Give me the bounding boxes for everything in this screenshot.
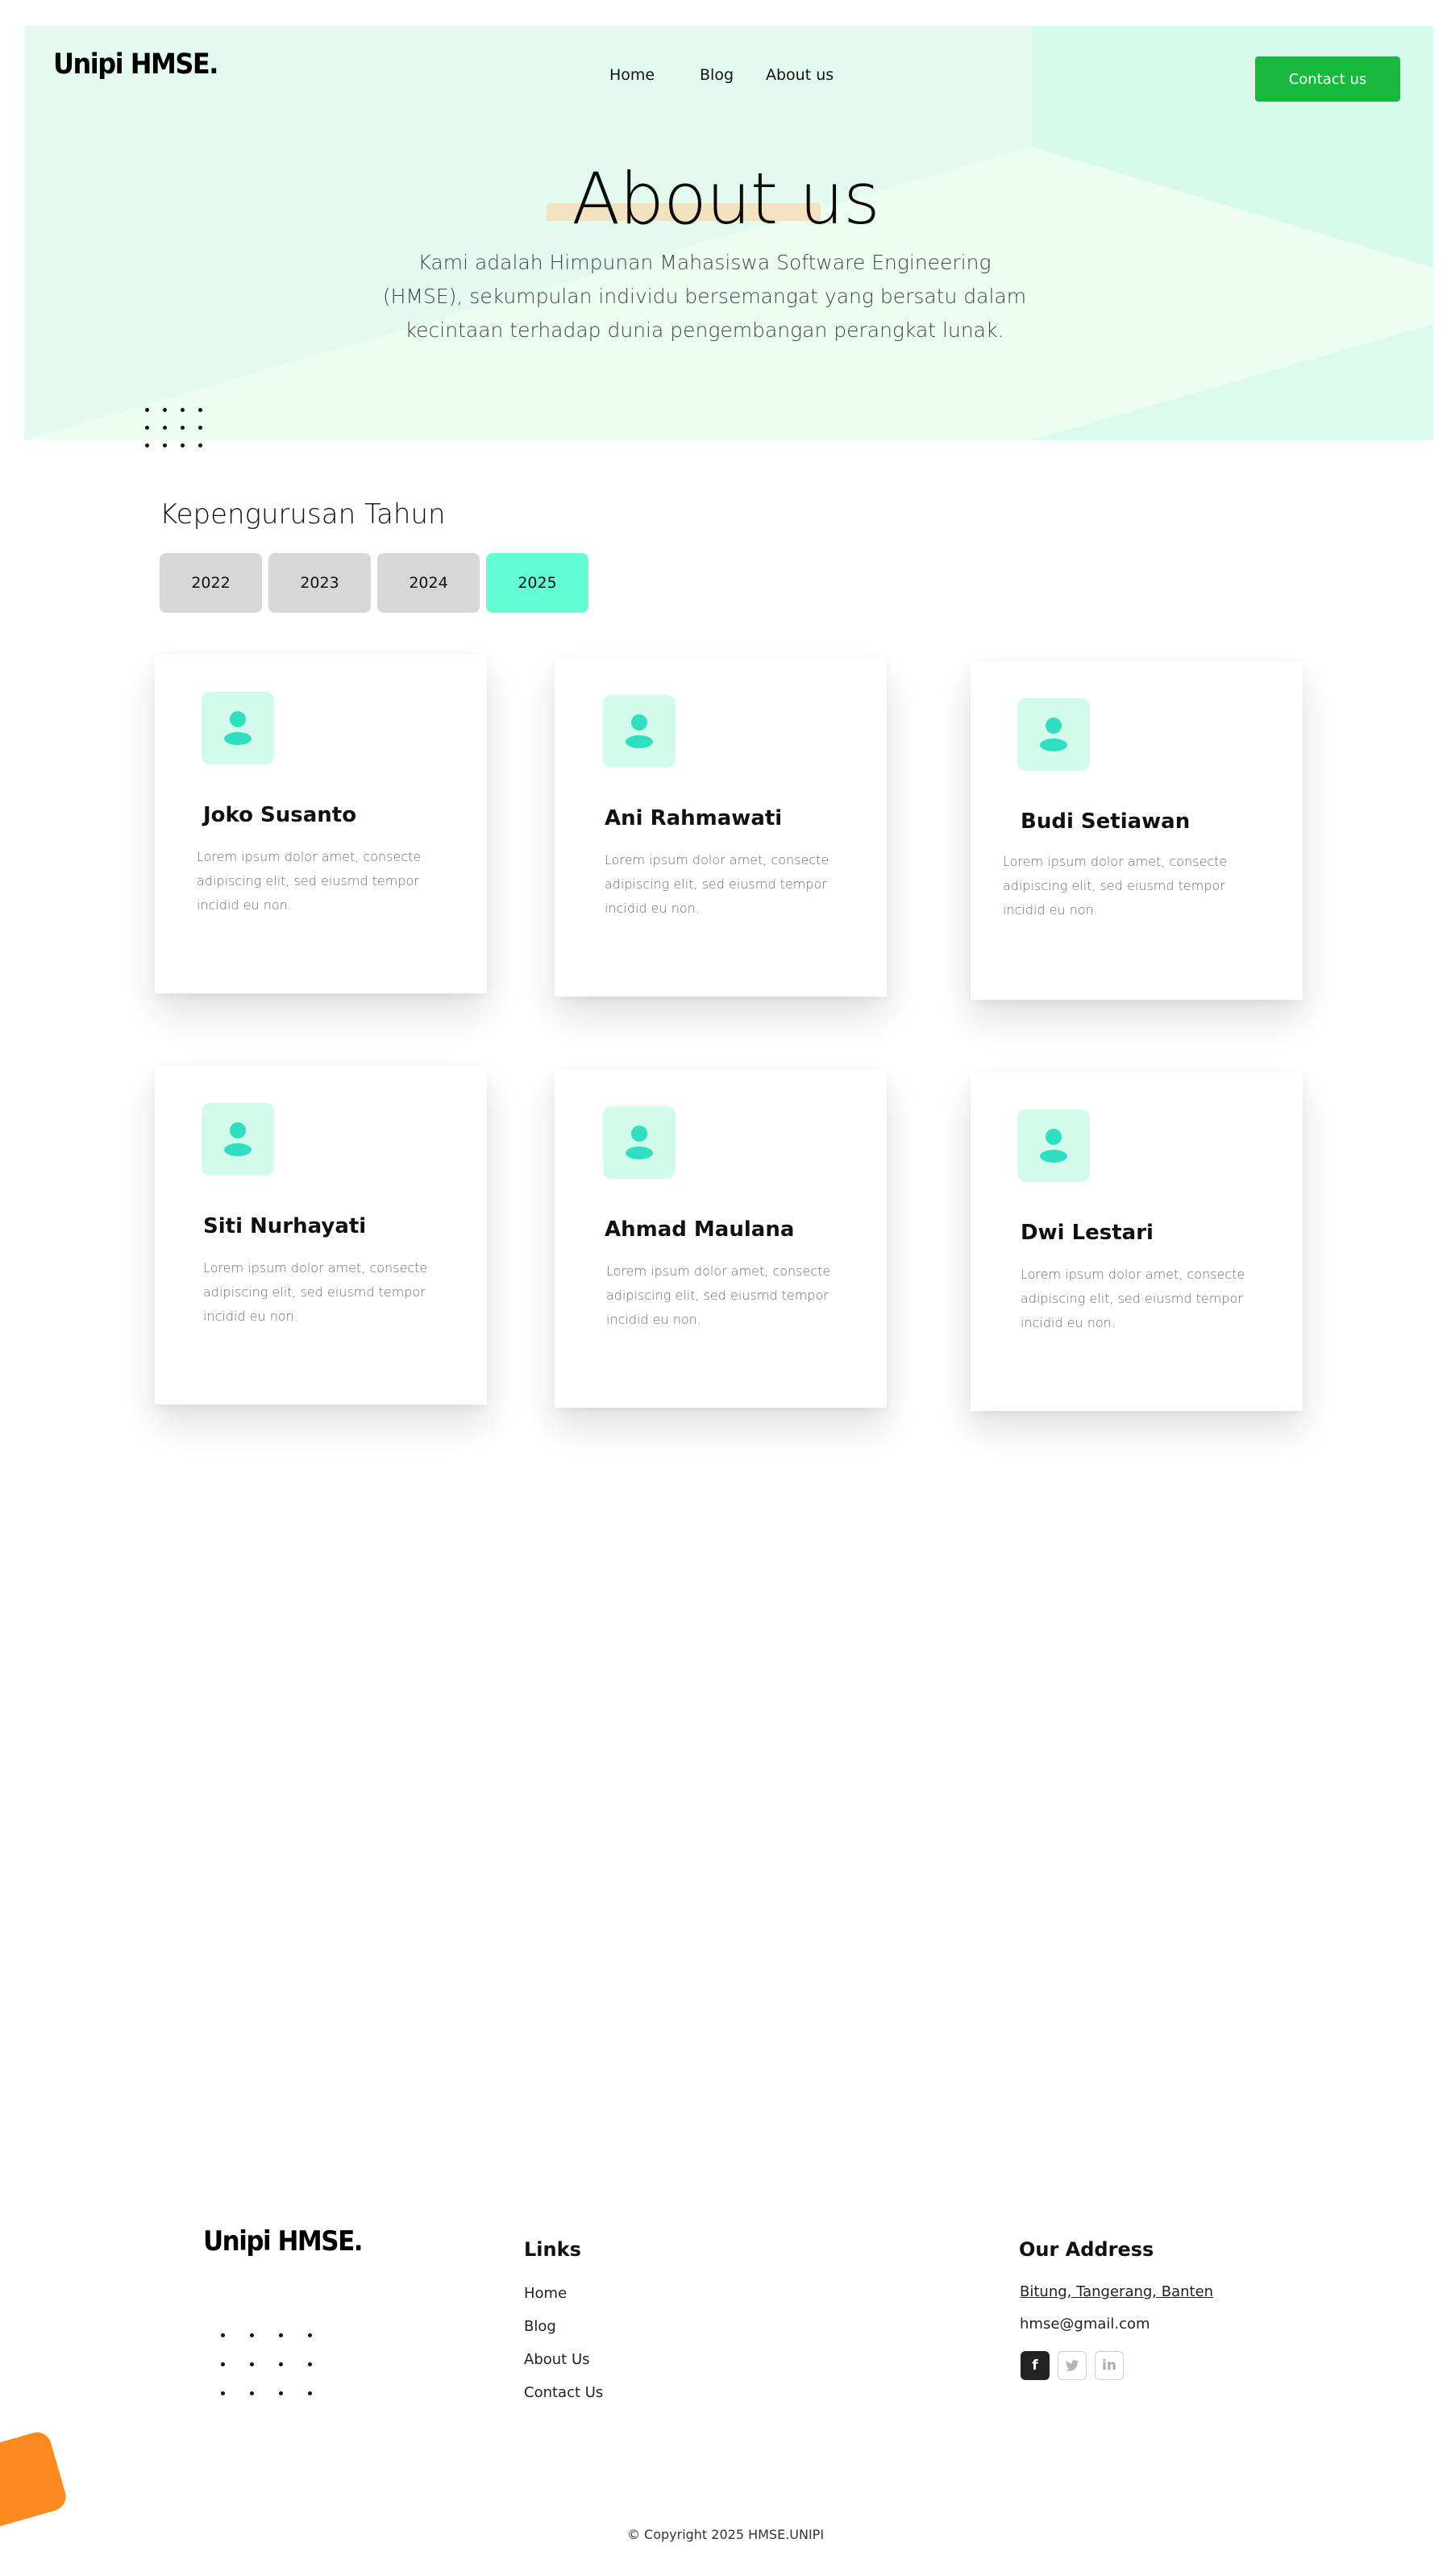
tab-2024[interactable]: 2024: [377, 553, 480, 613]
member-name: Ani Rahmawati: [605, 806, 783, 830]
page-title: About us: [0, 157, 1451, 240]
user-avatar: [202, 1103, 274, 1176]
nav-blog[interactable]: Blog: [700, 66, 734, 84]
tab-2023[interactable]: 2023: [268, 553, 371, 613]
user-icon: [224, 711, 252, 745]
decorative-orange-shape: [0, 2428, 69, 2530]
copyright-text: © Copyright 2025 HMSE.UNIPI: [626, 2527, 825, 2542]
nav-about-us[interactable]: About us: [766, 66, 834, 84]
tab-2022[interactable]: 2022: [160, 553, 262, 613]
footer-address-heading: Our Address: [1019, 2238, 1154, 2261]
footer-logo[interactable]: Unipi HMSE.: [203, 2226, 364, 2258]
footer-link-about-us[interactable]: About Us: [524, 2351, 590, 2368]
footer-links-heading: Links: [524, 2238, 581, 2261]
user-icon: [626, 1126, 653, 1159]
member-name: Ahmad Maulana: [605, 1217, 795, 1242]
hero-description: Kami adalah Himpunan Mahasiswa Software …: [382, 251, 1027, 342]
footer-address[interactable]: Bitung, Tangerang, Banten: [1020, 2283, 1213, 2300]
user-avatar: [1017, 1109, 1090, 1182]
twitter-icon[interactable]: [1058, 2351, 1087, 2380]
member-name: Budi Setiawan: [1021, 809, 1191, 834]
user-avatar: [202, 692, 274, 764]
user-icon: [1040, 718, 1067, 751]
footer-email[interactable]: hmse@gmail.com: [1020, 2316, 1150, 2333]
footer-link-home[interactable]: Home: [524, 2285, 567, 2302]
member-description: Lorem ipsum dolor amet, consecte adipisc…: [605, 852, 829, 916]
facebook-icon[interactable]: f: [1021, 2351, 1050, 2380]
member-card: Ani Rahmawati Lorem ipsum dolor amet, co…: [555, 658, 887, 997]
member-card: Budi Setiawan Lorem ipsum dolor amet, co…: [971, 661, 1303, 1000]
member-name: Dwi Lestari: [1021, 1221, 1154, 1245]
member-name: Joko Susanto: [203, 803, 357, 827]
twitter-bird-icon: [1065, 2359, 1079, 2371]
member-description: Lorem ipsum dolor amet, consecte adipisc…: [197, 849, 422, 913]
contact-us-button[interactable]: Contact us: [1255, 56, 1400, 102]
member-name: Siti Nurhayati: [203, 1214, 367, 1238]
tab-2025[interactable]: 2025: [486, 553, 588, 613]
page-title-text: About us: [572, 157, 880, 240]
footer-link-blog[interactable]: Blog: [524, 2318, 556, 2335]
user-avatar: [603, 695, 676, 768]
member-card: Dwi Lestari Lorem ipsum dolor amet, cons…: [971, 1072, 1303, 1411]
user-icon: [1040, 1129, 1067, 1163]
section-title: Kepengurusan Tahun: [160, 498, 446, 531]
user-icon: [224, 1122, 252, 1156]
footer-link-contact-us[interactable]: Contact Us: [524, 2384, 603, 2401]
member-card: Joko Susanto Lorem ipsum dolor amet, con…: [155, 655, 487, 993]
member-description: Lorem ipsum dolor amet, consecte adipisc…: [1021, 1267, 1245, 1330]
site-logo[interactable]: Unipi HMSE.: [53, 47, 218, 80]
member-description: Lorem ipsum dolor amet, consecte adipisc…: [203, 1260, 428, 1324]
linkedin-icon[interactable]: in: [1095, 2351, 1124, 2380]
member-card: Siti Nurhayati Lorem ipsum dolor amet, c…: [155, 1066, 487, 1405]
member-description: Lorem ipsum dolor amet, consecte adipisc…: [1003, 854, 1228, 918]
member-description: Lorem ipsum dolor amet, consecte adipisc…: [606, 1263, 831, 1327]
user-avatar: [603, 1106, 676, 1179]
member-card: Ahmad Maulana Lorem ipsum dolor amet, co…: [555, 1069, 887, 1408]
user-icon: [626, 714, 653, 748]
nav-home[interactable]: Home: [609, 66, 655, 84]
user-avatar: [1017, 698, 1090, 771]
